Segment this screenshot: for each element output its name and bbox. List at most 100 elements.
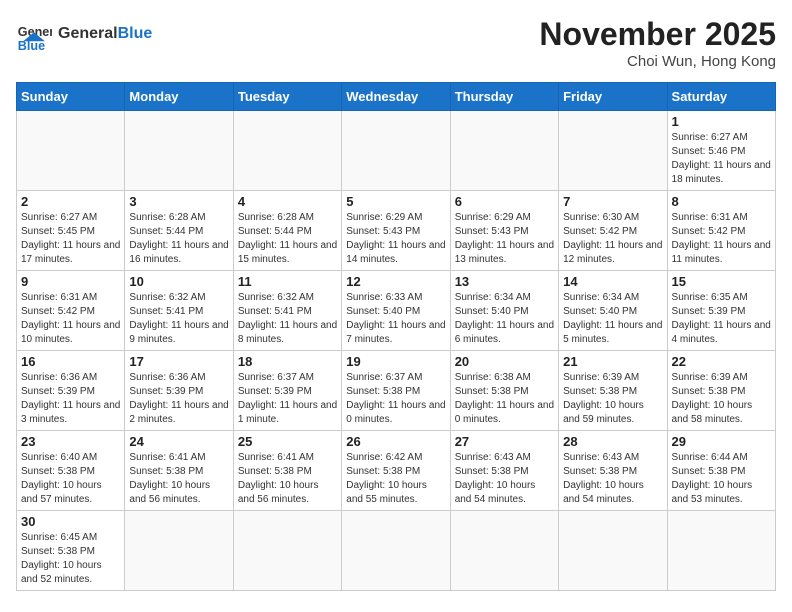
col-tuesday: Tuesday bbox=[233, 83, 341, 111]
calendar-cell: 30 Sunrise: 6:45 AMSunset: 5:38 PMDayligh… bbox=[17, 511, 125, 591]
day-number: 10 bbox=[129, 274, 228, 289]
day-number: 12 bbox=[346, 274, 445, 289]
day-number: 28 bbox=[563, 434, 662, 449]
day-info: Sunrise: 6:43 AMSunset: 5:38 PMDaylight:… bbox=[563, 451, 662, 507]
day-info: Sunrise: 6:33 AMSunset: 5:40 PMDaylight:… bbox=[346, 291, 445, 347]
day-number: 6 bbox=[455, 194, 554, 209]
day-number: 4 bbox=[238, 194, 337, 209]
col-sunday: Sunday bbox=[17, 83, 125, 111]
day-number: 13 bbox=[455, 274, 554, 289]
day-info: Sunrise: 6:29 AMSunset: 5:43 PMDaylight:… bbox=[455, 211, 554, 267]
day-info: Sunrise: 6:43 AMSunset: 5:38 PMDaylight:… bbox=[455, 451, 554, 507]
calendar-cell: 24 Sunrise: 6:41 AMSunset: 5:38 PMDayligh… bbox=[125, 431, 233, 511]
calendar-cell: 25Sunrise: 6:41 AMSunset: 5:38 PMDayligh… bbox=[233, 431, 341, 511]
day-info: Sunrise: 6:38 AMSunset: 5:38 PMDaylight:… bbox=[455, 371, 554, 427]
day-info: Sunrise: 6:36 AMSunset: 5:39 PMDaylight:… bbox=[21, 371, 120, 427]
calendar-cell: 19 Sunrise: 6:37 AMSunset: 5:38 PMDayligh… bbox=[342, 351, 450, 431]
day-number: 16 bbox=[21, 354, 120, 369]
calendar-cell: 5 Sunrise: 6:29 AMSunset: 5:43 PMDaylight… bbox=[342, 191, 450, 271]
day-number: 21 bbox=[563, 354, 662, 369]
calendar-cell: 6 Sunrise: 6:29 AMSunset: 5:43 PMDaylight… bbox=[450, 191, 558, 271]
calendar-cell: 15 Sunrise: 6:35 AMSunset: 5:39 PMDayligh… bbox=[667, 271, 775, 351]
day-info: Sunrise: 6:34 AMSunset: 5:40 PMDaylight:… bbox=[563, 291, 662, 347]
calendar-cell: 11Sunrise: 6:32 AMSunset: 5:41 PMDayligh… bbox=[233, 271, 341, 351]
calendar-cell: 17Sunrise: 6:36 AMSunset: 5:39 PMDayligh… bbox=[125, 351, 233, 431]
calendar-cell: 28 Sunrise: 6:43 AMSunset: 5:38 PMDayligh… bbox=[559, 431, 667, 511]
calendar-cell: 8 Sunrise: 6:31 AMSunset: 5:42 PMDaylight… bbox=[667, 191, 775, 271]
calendar-cell: 29 Sunrise: 6:44 AMSunset: 5:38 PMDayligh… bbox=[667, 431, 775, 511]
day-number: 30 bbox=[21, 514, 120, 529]
calendar-cell bbox=[125, 511, 233, 591]
calendar-cell bbox=[342, 111, 450, 191]
day-number: 8 bbox=[672, 194, 771, 209]
col-monday: Monday bbox=[125, 83, 233, 111]
day-number: 24 bbox=[129, 434, 228, 449]
calendar-cell: 2Sunrise: 6:27 AMSunset: 5:45 PMDaylight… bbox=[17, 191, 125, 271]
calendar-cell: 7 Sunrise: 6:30 AMSunset: 5:42 PMDaylight… bbox=[559, 191, 667, 271]
day-info: Sunrise: 6:30 AMSunset: 5:42 PMDaylight:… bbox=[563, 211, 662, 267]
day-number: 7 bbox=[563, 194, 662, 209]
day-info: Sunrise: 6:27 AMSunset: 5:46 PMDaylight:… bbox=[672, 131, 771, 187]
day-info: Sunrise: 6:32 AMSunset: 5:41 PMDaylight:… bbox=[238, 291, 337, 347]
page-header: General Blue GeneralBlue November 2025 C… bbox=[16, 16, 776, 70]
day-number: 5 bbox=[346, 194, 445, 209]
day-info: Sunrise: 6:32 AMSunset: 5:41 PMDaylight:… bbox=[129, 291, 228, 347]
day-info: Sunrise: 6:39 AMSunset: 5:38 PMDaylight:… bbox=[672, 371, 771, 427]
calendar-cell bbox=[450, 511, 558, 591]
day-info: Sunrise: 6:28 AMSunset: 5:44 PMDaylight:… bbox=[129, 211, 228, 267]
calendar-cell bbox=[450, 111, 558, 191]
day-info: Sunrise: 6:37 AMSunset: 5:38 PMDaylight:… bbox=[346, 371, 445, 427]
calendar-cell: 16 Sunrise: 6:36 AMSunset: 5:39 PMDayligh… bbox=[17, 351, 125, 431]
day-number: 19 bbox=[346, 354, 445, 369]
calendar-cell: 13Sunrise: 6:34 AMSunset: 5:40 PMDayligh… bbox=[450, 271, 558, 351]
day-number: 2 bbox=[21, 194, 120, 209]
logo-icon: General Blue bbox=[16, 16, 52, 52]
day-number: 20 bbox=[455, 354, 554, 369]
calendar-cell: 9 Sunrise: 6:31 AMSunset: 5:42 PMDaylight… bbox=[17, 271, 125, 351]
calendar-cell bbox=[233, 511, 341, 591]
day-number: 29 bbox=[672, 434, 771, 449]
day-info: Sunrise: 6:41 AMSunset: 5:38 PMDaylight:… bbox=[129, 451, 228, 507]
title-block: November 2025 Choi Wun, Hong Kong bbox=[539, 16, 776, 70]
month-year-title: November 2025 bbox=[539, 16, 776, 53]
day-info: Sunrise: 6:44 AMSunset: 5:38 PMDaylight:… bbox=[672, 451, 771, 507]
calendar-cell: 22Sunrise: 6:39 AMSunset: 5:38 PMDayligh… bbox=[667, 351, 775, 431]
calendar-cell: 20 Sunrise: 6:38 AMSunset: 5:38 PMDayligh… bbox=[450, 351, 558, 431]
calendar-cell: 10 Sunrise: 6:32 AMSunset: 5:41 PMDayligh… bbox=[125, 271, 233, 351]
day-info: Sunrise: 6:35 AMSunset: 5:39 PMDaylight:… bbox=[672, 291, 771, 347]
calendar-cell: 1 Sunrise: 6:27 AMSunset: 5:46 PMDaylight… bbox=[667, 111, 775, 191]
calendar-cell: 23Sunrise: 6:40 AMSunset: 5:38 PMDayligh… bbox=[17, 431, 125, 511]
day-number: 14 bbox=[563, 274, 662, 289]
logo: General Blue GeneralBlue bbox=[16, 16, 152, 52]
day-info: Sunrise: 6:42 AMSunset: 5:38 PMDaylight:… bbox=[346, 451, 445, 507]
calendar-cell: 27 Sunrise: 6:43 AMSunset: 5:38 PMDayligh… bbox=[450, 431, 558, 511]
day-info: Sunrise: 6:45 AMSunset: 5:38 PMDaylight:… bbox=[21, 531, 120, 587]
day-info: Sunrise: 6:40 AMSunset: 5:38 PMDaylight:… bbox=[21, 451, 120, 507]
col-saturday: Saturday bbox=[667, 83, 775, 111]
day-number: 18 bbox=[238, 354, 337, 369]
day-info: Sunrise: 6:29 AMSunset: 5:43 PMDaylight:… bbox=[346, 211, 445, 267]
logo-general-text: GeneralBlue bbox=[58, 25, 152, 43]
day-info: Sunrise: 6:37 AMSunset: 5:39 PMDaylight:… bbox=[238, 371, 337, 427]
calendar-header-row: Sunday Monday Tuesday Wednesday Thursday… bbox=[17, 83, 776, 111]
day-info: Sunrise: 6:39 AMSunset: 5:38 PMDaylight:… bbox=[563, 371, 662, 427]
calendar-cell: 26 Sunrise: 6:42 AMSunset: 5:38 PMDayligh… bbox=[342, 431, 450, 511]
day-number: 3 bbox=[129, 194, 228, 209]
col-wednesday: Wednesday bbox=[342, 83, 450, 111]
day-info: Sunrise: 6:41 AMSunset: 5:38 PMDaylight:… bbox=[238, 451, 337, 507]
col-thursday: Thursday bbox=[450, 83, 558, 111]
calendar-cell bbox=[17, 111, 125, 191]
day-number: 27 bbox=[455, 434, 554, 449]
calendar-cell bbox=[233, 111, 341, 191]
day-info: Sunrise: 6:31 AMSunset: 5:42 PMDaylight:… bbox=[672, 211, 771, 267]
calendar-cell: 12 Sunrise: 6:33 AMSunset: 5:40 PMDayligh… bbox=[342, 271, 450, 351]
calendar-cell bbox=[559, 511, 667, 591]
calendar-cell bbox=[559, 111, 667, 191]
day-number: 15 bbox=[672, 274, 771, 289]
day-number: 9 bbox=[21, 274, 120, 289]
day-info: Sunrise: 6:31 AMSunset: 5:42 PMDaylight:… bbox=[21, 291, 120, 347]
calendar-cell bbox=[667, 511, 775, 591]
day-number: 26 bbox=[346, 434, 445, 449]
day-number: 1 bbox=[672, 114, 771, 129]
calendar-cell bbox=[125, 111, 233, 191]
